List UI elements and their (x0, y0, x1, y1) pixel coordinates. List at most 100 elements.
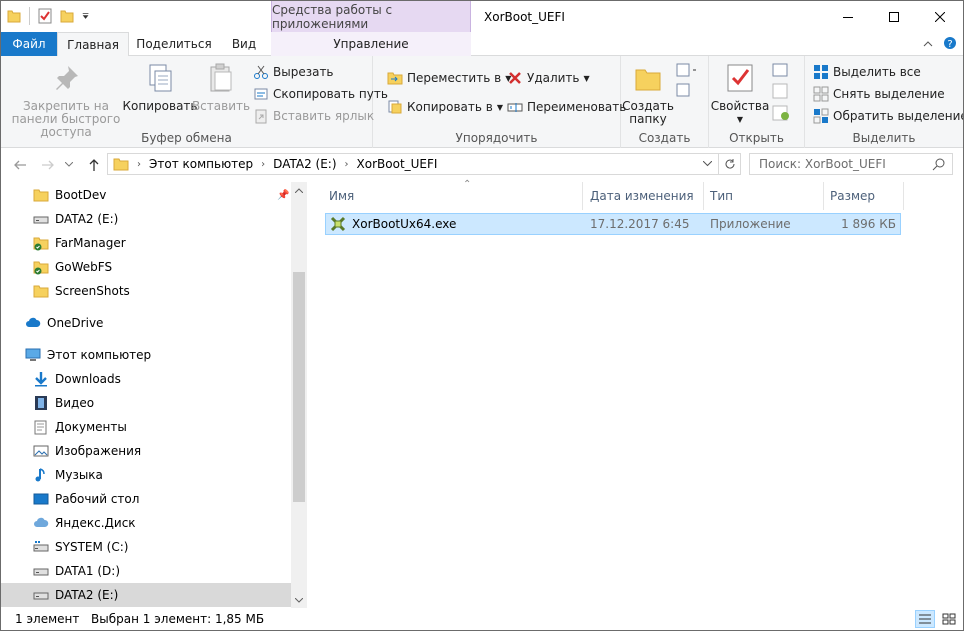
paste-shortcut-button[interactable]: Вставить ярлык (253, 106, 374, 126)
column-header-date[interactable]: Дата изменения (584, 182, 704, 210)
breadcrumb-item[interactable]: XorBoot_UEFI (357, 157, 438, 171)
minimize-button[interactable] (825, 1, 871, 32)
address-bar[interactable]: › Этот компьютер › DATA2 (E:) › XorBoot_… (107, 153, 719, 175)
invert-selection-label: Обратить выделение (833, 109, 964, 123)
rename-button[interactable]: Переименовать (507, 97, 626, 117)
nav-item-this-pc[interactable]: Этот компьютер (1, 343, 291, 367)
open-options-icon[interactable] (771, 62, 797, 124)
column-header-size[interactable]: Размер (824, 182, 904, 210)
paste-icon (210, 63, 232, 92)
nav-item-label: DATA2 (E:) (55, 212, 119, 226)
select-all-button[interactable]: Выделить все (813, 62, 921, 82)
maximize-button[interactable] (871, 1, 917, 32)
refresh-button[interactable] (719, 153, 741, 175)
chevron-down-icon (65, 162, 73, 167)
pin-quick-access-button[interactable]: Закрепить на панели быстрого доступа (5, 62, 127, 139)
breadcrumb-item[interactable]: Этот компьютер (149, 157, 253, 171)
copy-path-button[interactable]: Скопировать путь (253, 84, 388, 104)
nav-item-video[interactable]: Видео (1, 391, 291, 415)
new-folder-button[interactable]: Создать папку (622, 62, 674, 126)
chevron-right-icon[interactable]: › (137, 159, 141, 170)
nav-item-gowebfs[interactable]: GoWebFS (1, 255, 291, 279)
folder-icon[interactable] (7, 8, 21, 24)
new-folder-icon[interactable] (60, 8, 74, 24)
nav-item-label: Видео (55, 396, 95, 410)
properties-icon[interactable] (38, 8, 52, 24)
folder-icon (113, 158, 129, 171)
tab-file[interactable]: Файл (1, 32, 57, 56)
cut-button[interactable]: Вырезать (253, 62, 334, 82)
new-group-label: Создать (638, 131, 691, 145)
nav-item-label: FarManager (55, 236, 126, 250)
nav-item-desktop[interactable]: Рабочий стол (1, 487, 291, 511)
details-view-button[interactable] (915, 610, 935, 628)
breadcrumb-item[interactable]: DATA2 (E:) (273, 157, 336, 171)
select-none-button[interactable]: Снять выделение (813, 84, 945, 104)
back-button[interactable] (11, 156, 29, 174)
column-header-name[interactable]: Имя ⌃ (323, 179, 583, 210)
help-icon[interactable]: ? (943, 36, 957, 50)
nav-item-farmanager[interactable]: FarManager (1, 231, 291, 255)
scroll-up-button[interactable] (291, 182, 307, 198)
invert-selection-button[interactable]: Обратить выделение (813, 106, 964, 126)
table-row[interactable]: XorBootUx64.exe 17.12.2017 6:45 Приложен… (325, 213, 901, 235)
tab-manage[interactable]: Управление (271, 32, 471, 56)
close-button[interactable] (917, 1, 963, 32)
search-input[interactable]: Поиск: XorBoot_UEFI (749, 153, 953, 175)
copy-label: Копировать (122, 99, 198, 113)
forward-button[interactable] (39, 156, 57, 174)
folder-sync-icon (33, 261, 49, 275)
tab-home[interactable]: Главная (57, 32, 129, 57)
nav-item-documents[interactable]: Документы (1, 415, 291, 439)
nav-item-bootdev[interactable]: BootDev (1, 183, 291, 207)
details-view-icon (919, 614, 931, 624)
nav-item-data2-quick[interactable]: DATA2 (E:) (1, 207, 291, 231)
select-all-icon (814, 65, 828, 79)
scissors-icon (254, 65, 268, 79)
paste-button[interactable]: Вставить (192, 62, 250, 113)
tab-share[interactable]: Поделиться (133, 32, 215, 56)
nav-item-pictures[interactable]: Изображения (1, 439, 291, 463)
nav-item-data1-d[interactable]: DATA1 (D:) (1, 559, 291, 583)
nav-item-screenshots[interactable]: ScreenShots (1, 279, 291, 303)
copy-button[interactable]: Копировать (123, 62, 197, 113)
chevron-right-icon[interactable]: › (345, 159, 349, 170)
nav-item-data2-e[interactable]: DATA2 (E:) (1, 583, 291, 607)
executable-icon (330, 216, 346, 232)
arrow-up-icon (89, 159, 99, 171)
large-icons-view-button[interactable] (939, 610, 959, 628)
chevron-down-icon: ▼ (496, 102, 503, 112)
chevron-down-icon[interactable] (703, 161, 712, 167)
nav-item-onedrive[interactable]: OneDrive (1, 311, 291, 335)
up-button[interactable] (85, 156, 103, 174)
scroll-thumb[interactable] (293, 272, 305, 502)
download-icon (35, 372, 47, 387)
chevron-right-icon[interactable]: › (261, 159, 265, 170)
move-to-button[interactable]: Переместить в ▼ (387, 68, 511, 88)
copy-to-icon (388, 100, 402, 114)
arrow-left-icon (14, 160, 26, 170)
new-item-icon[interactable] (675, 62, 699, 102)
column-size-label: Размер (830, 189, 876, 203)
tab-view[interactable]: Вид (221, 32, 267, 56)
copy-to-button[interactable]: Копировать в ▼ (387, 97, 503, 117)
address-row: › Этот компьютер › DATA2 (E:) › XorBoot_… (1, 148, 963, 182)
scroll-down-button[interactable] (291, 592, 307, 608)
pin-icon[interactable]: 📌 (277, 190, 289, 201)
nav-item-system-c[interactable]: SYSTEM (C:) (1, 535, 291, 559)
chevron-down-icon[interactable] (82, 8, 92, 24)
recent-locations-button[interactable] (63, 156, 75, 174)
nav-item-yandex-disk[interactable]: Яндекс.Диск (1, 511, 291, 535)
copy-icon (149, 64, 172, 92)
properties-button[interactable]: Свойства ▼ (711, 62, 769, 126)
chevron-up-icon[interactable] (923, 39, 933, 49)
nav-item-downloads[interactable]: Downloads (1, 367, 291, 391)
nav-item-music[interactable]: Музыка (1, 463, 291, 487)
column-header-type[interactable]: Тип (704, 182, 824, 210)
nav-scrollbar[interactable] (291, 182, 307, 608)
file-name-cell: XorBootUx64.exe (330, 214, 456, 234)
organize-group-label: Упорядочить (455, 131, 538, 145)
documents-icon (34, 420, 47, 435)
search-icon (932, 158, 945, 171)
delete-button[interactable]: Удалить ▼ (507, 68, 590, 88)
